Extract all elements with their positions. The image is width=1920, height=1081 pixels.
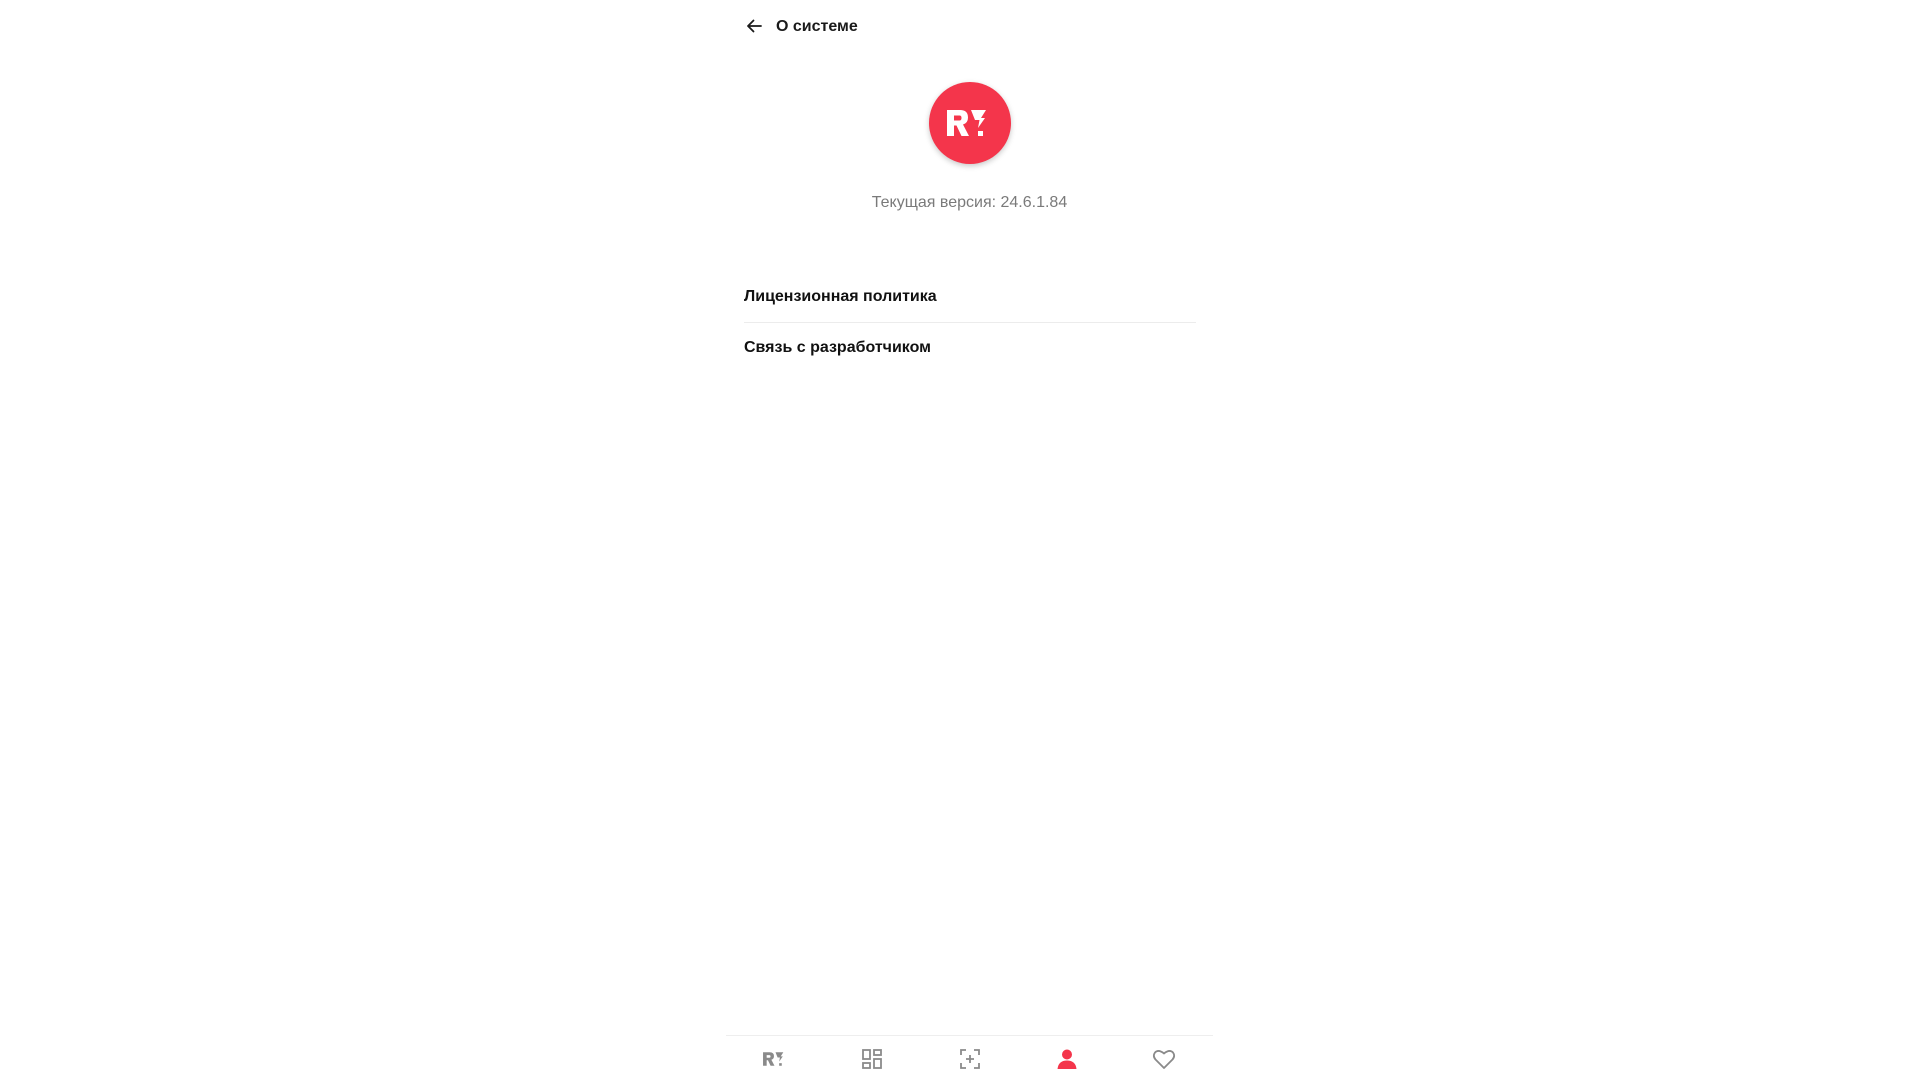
app-logo-icon [929,82,1011,164]
app-container: О системе Текущая версия: 24.6.1.84 Лице… [726,0,1213,1080]
catalog-grid-icon [862,1048,883,1069]
favorites-heart-icon [1153,1049,1176,1069]
nav-favorites[interactable] [1116,1036,1213,1081]
license-policy-item[interactable]: Лицензионная политика [744,272,1196,322]
nav-home[interactable] [726,1036,823,1081]
nav-scan[interactable] [921,1036,1018,1081]
settings-menu: Лицензионная политика Связь с разработчи… [744,272,1196,373]
current-version-text: Текущая версия: 24.6.1.84 [871,194,1068,211]
nav-catalog[interactable] [823,1036,920,1081]
contact-developer-item[interactable]: Связь с разработчиком [744,323,1196,373]
nav-profile[interactable] [1018,1036,1115,1081]
back-button[interactable] [740,12,768,40]
arrow-left-icon [747,19,762,33]
bottom-navigation [726,1035,1213,1081]
top-bar: О системе [726,0,1213,56]
profile-icon [1057,1049,1077,1069]
scan-add-icon [959,1048,980,1069]
page-title: О системе [776,18,858,35]
home-logo-icon [762,1051,784,1066]
